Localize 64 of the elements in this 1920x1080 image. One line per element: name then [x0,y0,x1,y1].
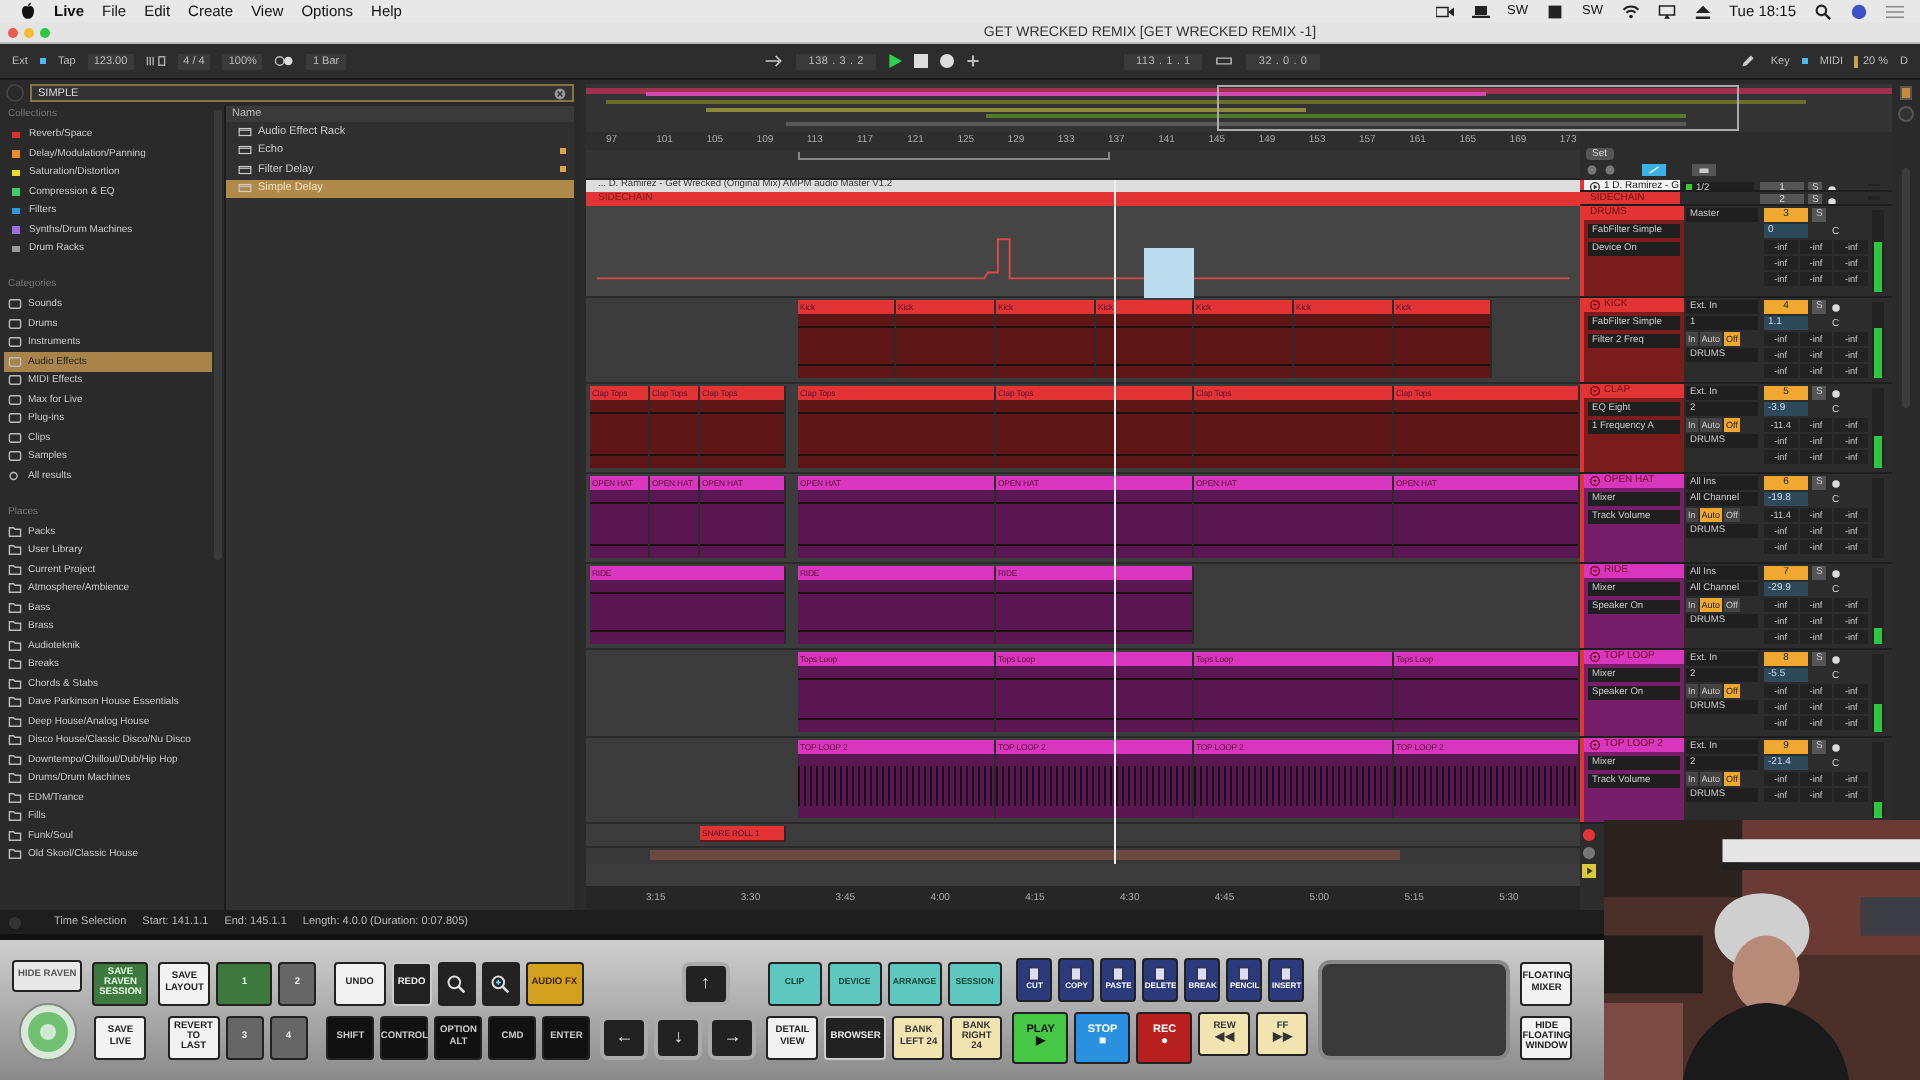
document-icon [1026,966,1043,983]
document-icon [1110,966,1127,983]
document-icon [1068,966,1085,983]
fold-icon[interactable] [1590,566,1600,576]
magnifier-icon [446,973,467,993]
loop-brace[interactable] [798,152,1110,160]
circle-icon[interactable] [1850,3,1868,19]
document-icon [1194,966,1211,983]
circle-icon[interactable] [1604,164,1616,176]
circle-icon[interactable] [1582,828,1596,842]
document-icon [1278,966,1295,983]
overview-drawing[interactable] [586,84,1892,132]
apple-icon[interactable] [20,2,36,20]
control-button[interactable]: ↓ [654,1015,703,1059]
arm-icon[interactable] [1830,477,1843,489]
follow-icon[interactable] [764,54,785,68]
play-icon[interactable] [887,54,902,68]
device-icon [238,125,252,138]
fold-icon[interactable] [1590,386,1600,396]
wifi-icon[interactable] [1621,3,1639,19]
arm-icon[interactable] [1830,653,1843,665]
device-icon [238,144,252,157]
record-icon[interactable] [939,54,954,68]
device-icon [238,163,252,176]
control-button[interactable]: → [708,1015,757,1059]
metronome-icon[interactable] [274,54,295,68]
loop-icon[interactable] [1214,54,1235,68]
sync-indicator [39,58,46,64]
stop-icon[interactable] [913,54,928,68]
circle-icon[interactable] [1582,846,1596,860]
fold-icon[interactable] [1590,476,1600,486]
key-indicator [1801,58,1808,64]
list-icon[interactable] [1886,3,1904,19]
camera-icon[interactable] [1435,3,1454,19]
fold-icon[interactable] [1590,300,1600,310]
display-icon[interactable] [1657,3,1675,19]
magnifier-icon [490,973,511,993]
clear-icon[interactable] [554,87,566,99]
close-button[interactable] [8,27,18,37]
arm-icon[interactable] [1830,741,1843,753]
add-icon[interactable] [965,54,980,68]
collapse-button[interactable] [1692,164,1716,176]
laptop-icon[interactable] [1471,3,1490,19]
fold-icon[interactable] [1590,652,1600,662]
arm-icon[interactable] [1830,387,1843,399]
document-icon [1236,966,1253,983]
pencil-icon[interactable] [1738,54,1759,68]
zoom-in-button[interactable] [481,961,520,1005]
control-button[interactable]: ← [600,1015,649,1059]
device-icon [238,182,252,195]
control-button[interactable]: ↑ [681,961,730,1005]
play-icon[interactable] [1582,864,1596,878]
document-icon [1152,966,1169,983]
square-icon[interactable] [1546,3,1565,19]
fold-icon[interactable] [1590,740,1600,750]
eject-icon[interactable] [1693,3,1711,19]
trackpad[interactable] [1318,960,1511,1060]
arm-icon[interactable] [1830,301,1843,313]
arm-icon[interactable] [1830,567,1843,579]
metronome-bars-icon[interactable] [145,54,166,68]
jog-wheel[interactable] [17,1001,78,1061]
play-icon[interactable] [1590,182,1600,190]
circle-icon[interactable] [1586,164,1598,176]
zoom-out-button[interactable] [437,961,476,1005]
